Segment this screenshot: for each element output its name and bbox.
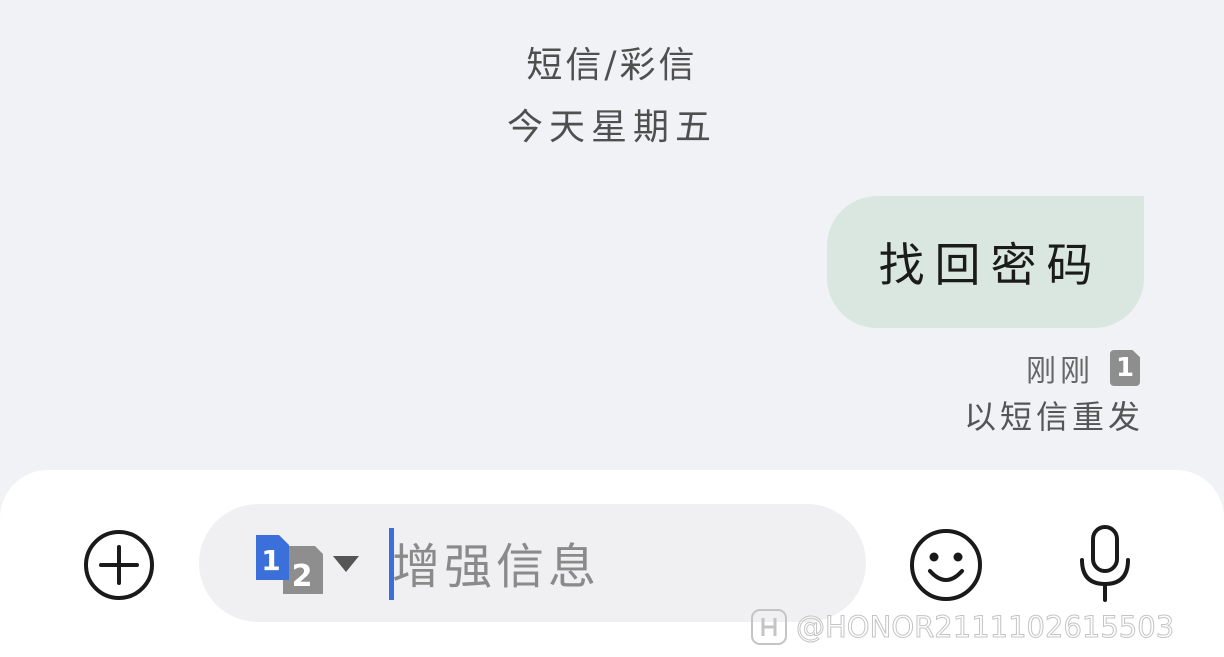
message-bubble[interactable]: 找回密码 <box>827 196 1144 328</box>
honor-logo-icon <box>751 609 787 645</box>
microphone-icon <box>1080 525 1130 602</box>
caret-down-icon <box>333 556 359 572</box>
watermark-text: @HONOR2111102615503 <box>795 610 1175 645</box>
watermark: @HONOR2111102615503 <box>750 608 1175 646</box>
sim-selector-button[interactable]: 2 1 <box>255 534 365 596</box>
dual-sim-icon: 2 1 <box>256 535 323 594</box>
emoji-button[interactable] <box>908 527 984 603</box>
message-input[interactable] <box>392 532 832 602</box>
plus-circle-icon <box>84 530 154 600</box>
voice-input-button[interactable] <box>1076 524 1134 604</box>
message-meta: 刚刚 1 <box>1026 346 1140 390</box>
date-label: 今天星期五 <box>506 107 717 148</box>
sim-1-label: 1 <box>261 544 280 577</box>
message-type-label: 短信/彩信 <box>526 45 698 86</box>
message-time: 刚刚 <box>1026 354 1094 389</box>
resend-as-sms-link[interactable]: 以短信重发 <box>964 392 1144 438</box>
add-button[interactable] <box>82 528 156 602</box>
sim-2-label: 2 <box>292 559 313 594</box>
smiley-icon <box>910 529 982 601</box>
sim-card-icon: 1 <box>1110 350 1140 386</box>
